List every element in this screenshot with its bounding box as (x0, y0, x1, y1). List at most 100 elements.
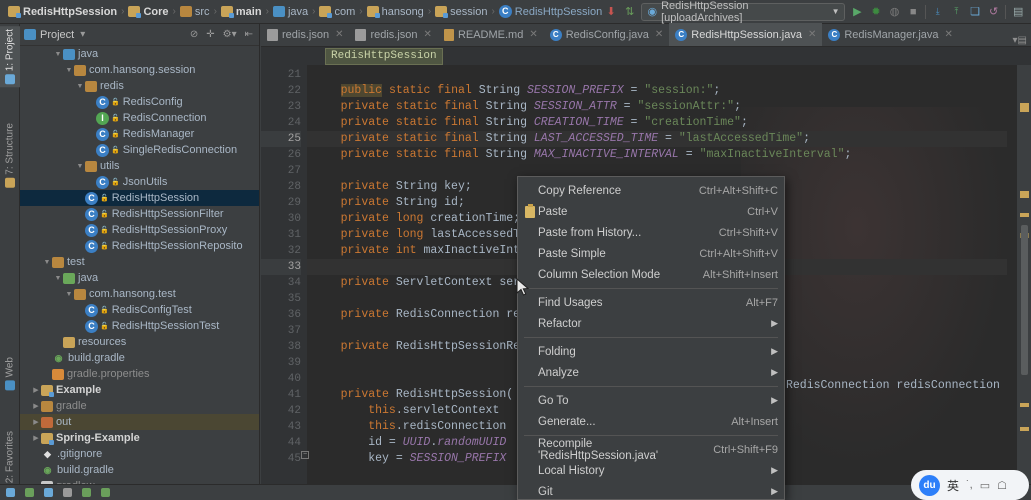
gutter-line-number[interactable]: 34 (261, 275, 301, 291)
gutter-line-number[interactable]: 32 (261, 243, 301, 259)
tree-item-redishttpsessionreposito[interactable]: C🔓RedisHttpSessionReposito (20, 238, 259, 254)
gutter-line-number[interactable]: 42 (261, 403, 301, 419)
tree-item-redisconnection[interactable]: I🔓RedisConnection (20, 110, 259, 126)
breadcrumb-item-src[interactable]: src (178, 6, 212, 18)
vcs-update-button[interactable]: ⤓ (931, 5, 945, 19)
gutter-line-number[interactable]: 45 (261, 451, 301, 467)
bottom-item-version-control[interactable] (25, 488, 34, 497)
tool-tab-web[interactable]: Web (0, 354, 20, 393)
menu-item-analyze[interactable]: Analyze▶ (518, 362, 784, 383)
gutter-line-number[interactable]: 44 (261, 435, 301, 451)
gutter-line-number[interactable]: 23 (261, 99, 301, 115)
tree-item-utils[interactable]: ▼utils (20, 158, 259, 174)
gutter-line-number[interactable]: 29 (261, 195, 301, 211)
tree-item-out[interactable]: ▶out (20, 414, 259, 430)
breadcrumb-item-com[interactable]: com (317, 6, 357, 18)
tree-down-arrow-icon[interactable]: ▼ (53, 275, 63, 282)
coverage-button[interactable]: ◍ (888, 5, 902, 19)
settings-button[interactable]: ▤ (1011, 5, 1025, 19)
editor-tab-redismanager-java[interactable]: CRedisManager.java✕ (822, 23, 959, 46)
menu-item-recompile-redishttpsession-java[interactable]: Recompile 'RedisHttpSession.java'Ctrl+Sh… (518, 439, 784, 460)
editor-tab-redisconfig-java[interactable]: CRedisConfig.java✕ (544, 23, 670, 46)
gear-icon[interactable]: ⚙▾ (221, 29, 239, 40)
bottom-item-todo[interactable] (6, 488, 15, 497)
download-icon[interactable]: ⬇ (604, 5, 618, 19)
debug-button[interactable]: ✹ (869, 5, 883, 19)
tree-down-arrow-icon[interactable]: ▼ (64, 67, 74, 74)
tree-item-redis[interactable]: ▼redis (20, 78, 259, 94)
sync-icon[interactable]: ⇅ (623, 5, 637, 19)
tree-down-arrow-icon[interactable]: ▼ (75, 163, 85, 170)
tree-down-arrow-icon[interactable]: ▼ (75, 83, 85, 90)
tree-right-arrow-icon[interactable]: ▶ (31, 402, 41, 410)
tree-item-gradle[interactable]: ▶gradle (20, 398, 259, 414)
menu-item-folding[interactable]: Folding▶ (518, 341, 784, 362)
gutter-line-number[interactable]: 24 (261, 115, 301, 131)
tree-item-redishttpsessionproxy[interactable]: C🔓RedisHttpSessionProxy (20, 222, 259, 238)
tree-item-java[interactable]: ▼java (20, 270, 259, 286)
menu-item-paste[interactable]: PasteCtrl+V (518, 201, 784, 222)
tree-item-jsonutils[interactable]: C🔓JsonUtils (20, 174, 259, 190)
tree-item-test[interactable]: ▼test (20, 254, 259, 270)
chevron-down-icon[interactable]: ▾ (78, 29, 87, 40)
bottom-item-event-log[interactable] (101, 488, 110, 497)
ime-user-icon[interactable]: ☖ (997, 479, 1007, 492)
tree-item-java[interactable]: ▼java (20, 46, 259, 62)
gutter-line-number[interactable]: 21 (261, 67, 301, 83)
editor-context-menu[interactable]: Copy ReferenceCtrl+Alt+Shift+CPasteCtrl+… (517, 176, 785, 500)
bottom-item-gradle[interactable] (82, 488, 91, 497)
close-icon[interactable]: ✕ (335, 29, 343, 40)
run-button[interactable]: ▶ (850, 5, 864, 19)
gutter-line-number[interactable]: 41 (261, 387, 301, 403)
editor-scroll-markers[interactable] (1017, 65, 1031, 500)
undo-button[interactable]: ↺ (987, 5, 1001, 19)
tree-right-arrow-icon[interactable]: ▶ (31, 434, 41, 442)
gutter-line-number[interactable]: 30 (261, 211, 301, 227)
close-icon[interactable]: ✕ (529, 29, 537, 40)
tree-right-arrow-icon[interactable]: ▶ (31, 386, 41, 394)
tree-item-redisconfig[interactable]: C🔓RedisConfig (20, 94, 259, 110)
breadcrumb-item-redishttpsession[interactable]: CRedisHttpSession (497, 5, 604, 18)
editor-gutter[interactable]: 2122232425262728293031323334353637383940… (261, 65, 307, 500)
close-icon[interactable]: ✕ (655, 29, 663, 40)
close-icon[interactable]: ✕ (945, 29, 953, 40)
tree-right-arrow-icon[interactable]: ▶ (31, 418, 41, 426)
tree-item-resources[interactable]: resources (20, 334, 259, 350)
tree-item-com-hansong-session[interactable]: ▼com.hansong.session (20, 62, 259, 78)
ime-punctuation-icon[interactable]: ˙, (966, 479, 973, 491)
code-line[interactable]: public static final String SESSION_PREFI… (307, 83, 1007, 99)
gutter-line-number[interactable]: 33 (261, 259, 301, 275)
tree-item-build-gradle[interactable]: ◉build.gradle (20, 462, 259, 478)
bottom-item-terminal[interactable] (44, 488, 53, 497)
editor-tab-redishttpsession-java[interactable]: CRedisHttpSession.java✕ (669, 23, 822, 46)
code-line[interactable]: private static final String MAX_INACTIVE… (307, 147, 1007, 163)
bottom-item-run[interactable] (63, 488, 72, 497)
gutter-line-number[interactable]: 40 (261, 371, 301, 387)
breadcrumb-item-hansong[interactable]: hansong (365, 6, 426, 18)
vcs-commit-button[interactable]: ⤒ (950, 5, 964, 19)
ime-toolbar[interactable]: du 英 ˙, ▭ ☖ (911, 470, 1029, 500)
menu-item-generate[interactable]: Generate...Alt+Insert (518, 411, 784, 432)
tree-item-spring-example[interactable]: ▶Spring-Example (20, 430, 259, 446)
tree-down-arrow-icon[interactable]: ▼ (42, 259, 52, 266)
gutter-line-number[interactable]: 28 (261, 179, 301, 195)
tree-down-arrow-icon[interactable]: ▼ (53, 51, 63, 58)
code-line[interactable]: private static final String LAST_ACCESSE… (307, 131, 1007, 147)
gutter-line-number[interactable]: 26 (261, 147, 301, 163)
menu-item-paste-simple[interactable]: Paste SimpleCtrl+Alt+Shift+V (518, 243, 784, 264)
breadcrumb-item-session[interactable]: session (433, 6, 489, 18)
gutter-line-number[interactable]: 37 (261, 323, 301, 339)
tree-item-redisconfigtest[interactable]: C🔓RedisConfigTest (20, 302, 259, 318)
locate-icon[interactable]: ✛ (204, 29, 216, 40)
tree-item-redishttpsessiontest[interactable]: C🔓RedisHttpSessionTest (20, 318, 259, 334)
project-tree[interactable]: ▼java▼com.hansong.session▼redisC🔓RedisCo… (20, 46, 259, 500)
tool-tab-1-project[interactable]: 1: Project (0, 26, 20, 87)
baidu-ime-logo-icon[interactable]: du (919, 475, 940, 496)
code-line[interactable]: private static final String SESSION_ATTR… (307, 99, 1007, 115)
breadcrumb-item-core[interactable]: Core (126, 6, 170, 18)
hide-panel-icon[interactable]: ⇤ (243, 29, 255, 40)
gutter-line-number[interactable]: 39 (261, 355, 301, 371)
tree-item-redishttpsession[interactable]: C🔓RedisHttpSession (20, 190, 259, 206)
menu-item-go-to[interactable]: Go To▶ (518, 390, 784, 411)
fold-marker-icon[interactable]: − (301, 451, 309, 459)
